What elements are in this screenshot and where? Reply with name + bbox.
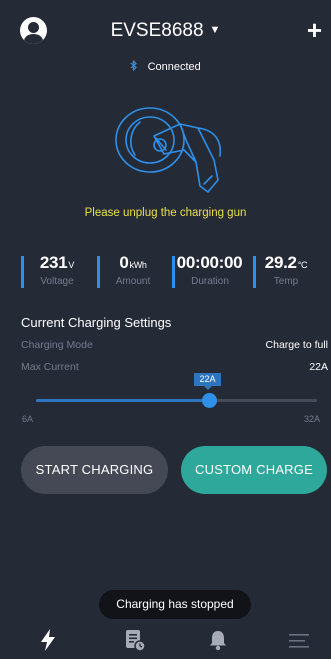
current-slider-track[interactable] [36, 399, 317, 402]
current-slider-fill [36, 399, 209, 402]
bluetooth-icon [130, 59, 141, 73]
bottom-nav [0, 624, 331, 659]
settings-title: Current Charging Settings [21, 315, 172, 330]
max-current-value: 22A [309, 361, 328, 373]
charging-mode-value: Charge to full [265, 339, 328, 351]
lightning-icon[interactable] [34, 626, 62, 654]
max-current-label: Max Current [21, 361, 79, 373]
menu-icon[interactable] [285, 626, 313, 654]
records-icon[interactable] [120, 626, 148, 654]
charging-mode-row: Charging Mode Charge to full [21, 339, 328, 351]
amount-stat: 0kWh Amount [97, 253, 169, 291]
voltage-unit: V [68, 260, 75, 270]
status-toast: Charging has stopped [99, 590, 251, 619]
temp-value: 29.2 [264, 253, 297, 272]
device-name: EVSE8688 [110, 20, 204, 41]
current-slider-thumb[interactable] [201, 393, 217, 408]
connection-status: Connected [0, 59, 331, 73]
add-device-button[interactable]: + [307, 17, 322, 43]
charging-mode-label: Charging Mode [21, 339, 93, 351]
bell-icon[interactable] [204, 626, 232, 654]
start-charging-button[interactable]: START CHARGING [21, 446, 168, 494]
device-selector[interactable]: EVSE8688 ▼ [0, 20, 331, 42]
duration-label: Duration [191, 276, 229, 287]
temp-label: Temp [273, 276, 299, 287]
temp-unit: °C [297, 260, 308, 270]
app-header: EVSE8688 ▼ + [0, 0, 331, 60]
stats-row: 231V Voltage 0kWh Amount 00:00:00 Durati… [0, 253, 331, 291]
slider-max-label: 32A [303, 414, 320, 424]
unplug-notice: Please unplug the charging gun [84, 207, 247, 219]
max-current-row: Max Current 22A [21, 361, 328, 373]
slider-min-label: 6A [22, 414, 34, 424]
voltage-label: Voltage [40, 276, 74, 287]
amount-label: Amount [115, 276, 151, 287]
duration-value: 00:00:00 [176, 253, 243, 272]
slider-value-tooltip: 22A [194, 373, 221, 390]
connection-status-text: Connected [147, 61, 201, 73]
amount-value: 0 [119, 253, 129, 272]
caret-down-icon: ▼ [209, 24, 221, 36]
amount-unit: kWh [129, 260, 147, 270]
duration-stat: 00:00:00 Duration [172, 253, 248, 291]
voltage-stat: 231V Voltage [21, 253, 93, 291]
charging-gun-icon [115, 107, 222, 193]
voltage-value: 231 [39, 253, 68, 272]
temp-stat: 29.2°C Temp [253, 253, 319, 291]
custom-charge-button[interactable]: CUSTOM CHARGE [181, 446, 327, 494]
